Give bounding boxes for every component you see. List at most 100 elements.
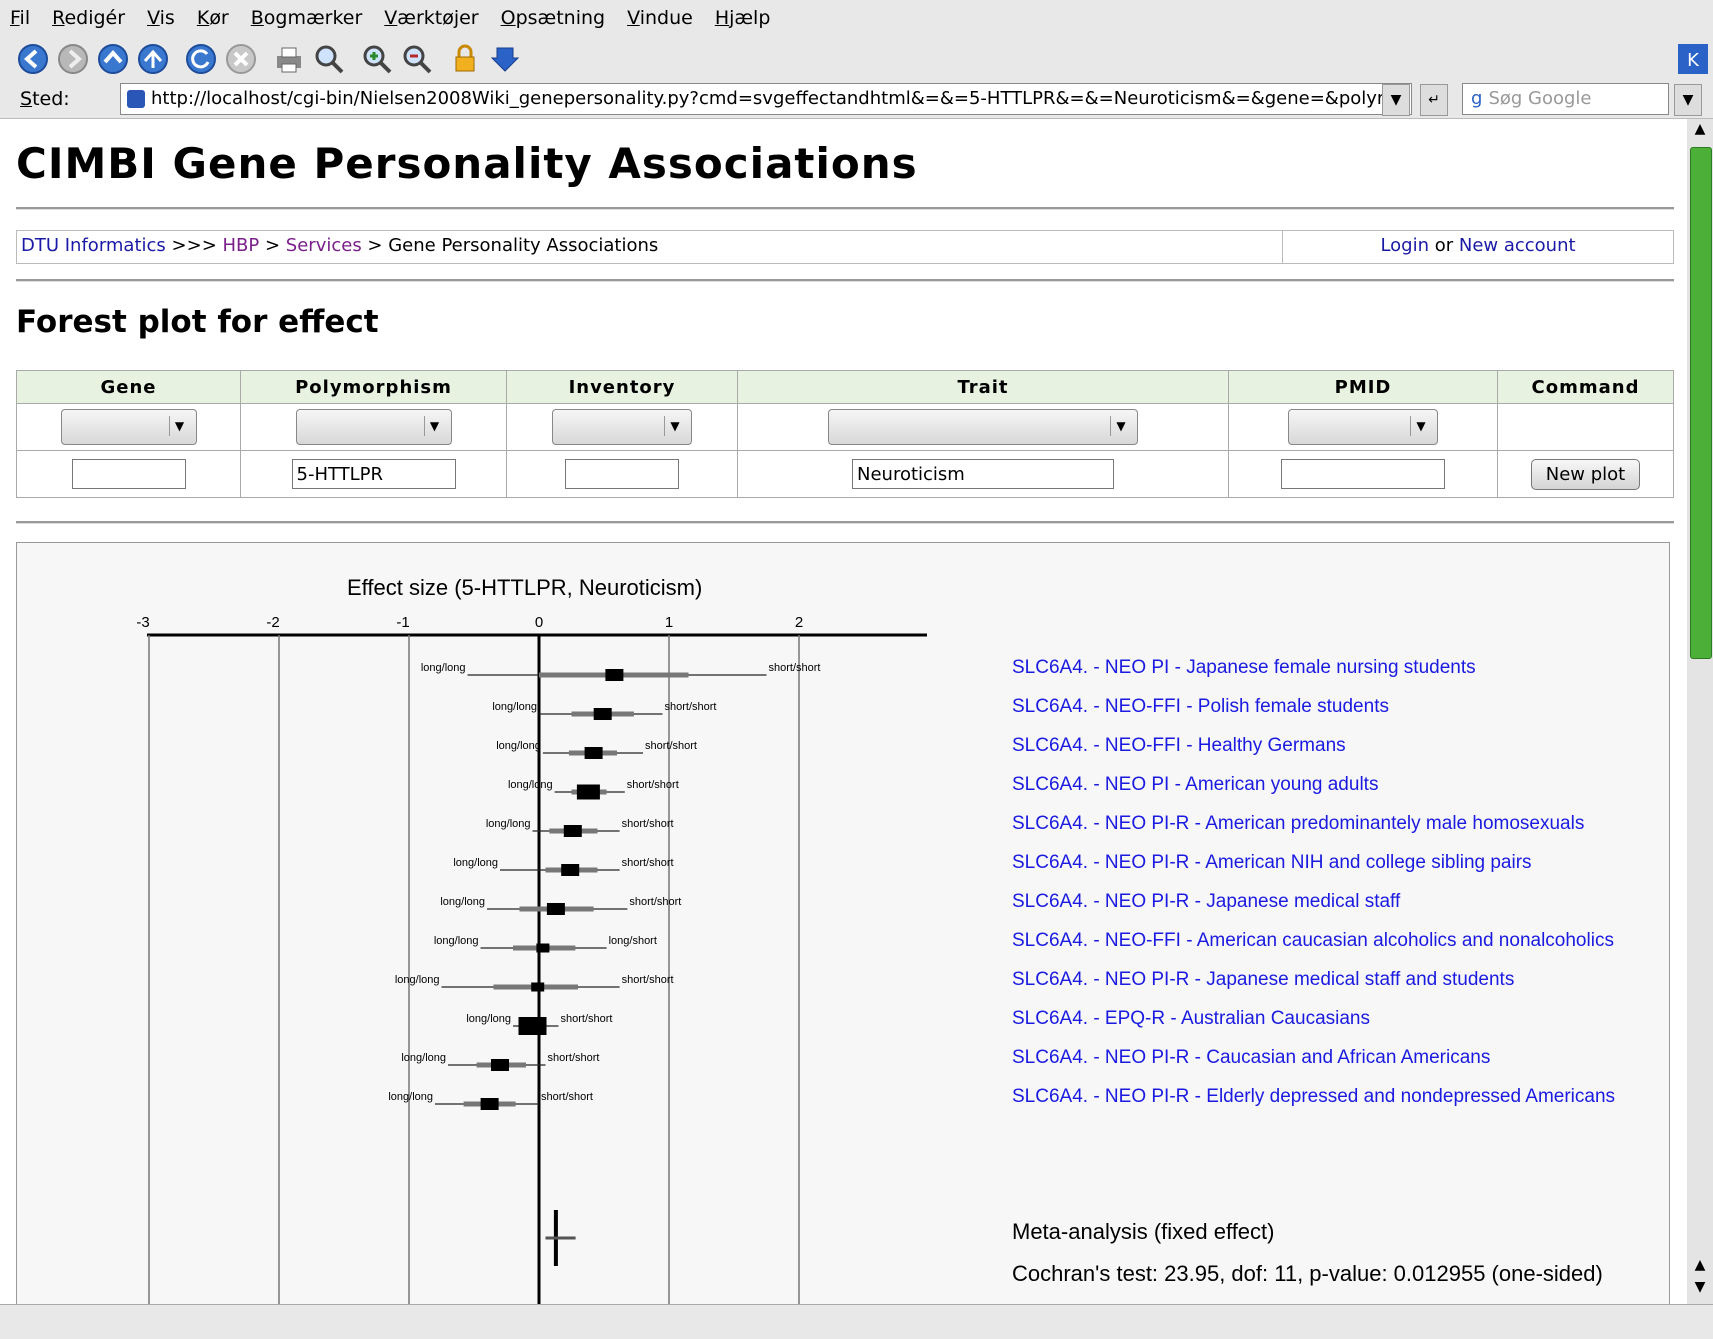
- breadcrumb-sep: >>>: [165, 235, 223, 256]
- menu-item[interactable]: Opsætning: [501, 7, 605, 29]
- gene-select[interactable]: ▼: [60, 409, 197, 445]
- auth-links: Login or New account: [1283, 231, 1673, 263]
- menu-item[interactable]: Fil: [10, 7, 30, 29]
- menu-item[interactable]: Kør: [197, 7, 229, 29]
- polymorphism-input[interactable]: 5-HTTLPR: [291, 459, 456, 489]
- search-placeholder: Søg Google: [1488, 88, 1592, 109]
- menu-item[interactable]: Bogmærker: [251, 7, 363, 29]
- chevron-down-icon: ▼: [664, 416, 685, 436]
- find-icon[interactable]: [312, 42, 346, 76]
- inventory-input[interactable]: [565, 459, 679, 489]
- form-input-row: 5-HTTLPR Neuroticism New plot: [16, 450, 1674, 498]
- status-bar: [0, 1304, 1713, 1339]
- study-effect-marker: [593, 708, 612, 720]
- trait-input[interactable]: Neuroticism: [852, 459, 1114, 489]
- study-right-genotype: short/short: [645, 740, 697, 752]
- breadcrumb-services-link[interactable]: Services: [286, 235, 362, 256]
- study-effect-marker: [576, 784, 600, 800]
- scroll-down-icon[interactable]: ▼: [1690, 1279, 1710, 1301]
- divider: [16, 207, 1674, 210]
- plot-form: Gene Polymorphism Inventory Trait PMID C…: [16, 370, 1674, 498]
- menu-item[interactable]: Værktøjer: [384, 7, 478, 29]
- vertical-scrollbar[interactable]: ▲ ▲ ▼: [1687, 119, 1713, 1304]
- scroll-up-icon[interactable]: ▲: [1690, 1257, 1710, 1279]
- pmid-select[interactable]: ▼: [1288, 409, 1438, 445]
- lock-icon[interactable]: [448, 42, 482, 76]
- form-header-row: Gene Polymorphism Inventory Trait PMID C…: [16, 370, 1674, 404]
- study-link[interactable]: SLC6A4. - NEO-FFI - Healthy Germans: [1012, 735, 1346, 756]
- gene-input[interactable]: [71, 459, 186, 489]
- trait-select[interactable]: ▼: [828, 409, 1138, 445]
- study-left-genotype: long/long: [466, 1013, 511, 1025]
- polymorphism-header: Polymorphism: [240, 370, 507, 404]
- url-field[interactable]: http://localhost/cgi-bin/Nielsen2008Wiki…: [120, 83, 1412, 115]
- stop-icon[interactable]: [224, 42, 258, 76]
- menu-item[interactable]: Hjælp: [715, 7, 771, 29]
- browser-toolbar: K: [0, 36, 1713, 82]
- study-effect-marker: [546, 903, 565, 915]
- menu-item[interactable]: Redigér: [52, 7, 125, 29]
- go-icon[interactable]: ↵: [1420, 84, 1448, 116]
- inventory-select[interactable]: ▼: [552, 409, 692, 445]
- gene-header: Gene: [16, 370, 241, 404]
- chevron-down-icon: ▼: [168, 416, 190, 436]
- breadcrumb-dtu-link[interactable]: DTU Informatics: [21, 235, 166, 256]
- login-link[interactable]: Login: [1380, 235, 1429, 256]
- divider: [16, 279, 1674, 282]
- trait-header: Trait: [737, 370, 1229, 404]
- study-link[interactable]: SLC6A4. - NEO PI-R - Elderly depressed a…: [1012, 1086, 1615, 1107]
- scrollbar-thumb[interactable]: [1690, 147, 1712, 659]
- study-link[interactable]: SLC6A4. - NEO PI-R - American predominan…: [1012, 813, 1584, 834]
- forward-icon[interactable]: [56, 42, 90, 76]
- location-bar: Sted: http://localhost/cgi-bin/Nielsen20…: [0, 80, 1713, 119]
- chevron-down-icon: ▼: [1410, 416, 1431, 436]
- breadcrumb-sep: >: [259, 235, 286, 256]
- study-link[interactable]: SLC6A4. - NEO-FFI - American caucasian a…: [1012, 930, 1614, 951]
- search-engine-dropdown-icon[interactable]: ▼: [1674, 84, 1702, 116]
- menu-item[interactable]: Vis: [147, 7, 175, 29]
- print-icon[interactable]: [272, 42, 306, 76]
- breadcrumb-sep: >: [361, 235, 389, 256]
- menu-accelerator: B: [250, 7, 264, 29]
- study-right-genotype: short/short: [541, 1091, 593, 1103]
- study-right-genotype: short/short: [622, 857, 674, 869]
- study-link[interactable]: SLC6A4. - NEO PI-R - American NIH and co…: [1012, 852, 1532, 873]
- study-label: SLC6A4. - NEO-FFI - Healthy Germans: [1012, 735, 1346, 757]
- study-link[interactable]: SLC6A4. - EPQ-R - Australian Caucasians: [1012, 1008, 1370, 1029]
- url-text: http://localhost/cgi-bin/Nielsen2008Wiki…: [151, 88, 1406, 109]
- polymorphism-select[interactable]: ▼: [295, 409, 452, 445]
- scroll-up-icon[interactable]: ▲: [1690, 121, 1710, 143]
- chevron-down-icon: ▼: [423, 416, 445, 436]
- study-link[interactable]: SLC6A4. - NEO PI-R - Caucasian and Afric…: [1012, 1047, 1490, 1068]
- zoom-out-icon[interactable]: [400, 42, 434, 76]
- up-icon[interactable]: [96, 42, 130, 76]
- study-label: SLC6A4. - NEO PI-R - Japanese medical st…: [1012, 969, 1514, 991]
- breadcrumb: DTU Informatics >>> HBP > Services > Gen…: [17, 231, 1283, 263]
- study-left-genotype: long/long: [492, 701, 537, 713]
- study-link[interactable]: SLC6A4. - NEO PI-R - Japanese medical st…: [1012, 969, 1514, 990]
- study-link[interactable]: SLC6A4. - NEO PI-R - Japanese medical st…: [1012, 891, 1400, 912]
- study-effect-marker: [584, 747, 603, 759]
- menu-item[interactable]: Vindue: [627, 7, 693, 29]
- reload-icon[interactable]: [184, 42, 218, 76]
- zoom-in-icon[interactable]: [360, 42, 394, 76]
- pmid-input[interactable]: [1281, 459, 1445, 489]
- menu-accelerator: V: [147, 7, 160, 29]
- study-link[interactable]: SLC6A4. - NEO PI - Japanese female nursi…: [1012, 657, 1476, 678]
- url-history-dropdown-icon[interactable]: ▼: [1382, 84, 1410, 116]
- new-plot-button[interactable]: New plot: [1530, 458, 1641, 490]
- menu-accelerator: H: [714, 7, 730, 29]
- study-link[interactable]: SLC6A4. - NEO PI - American young adults: [1012, 774, 1378, 795]
- back-icon[interactable]: [16, 42, 50, 76]
- search-field[interactable]: g Søg Google: [1462, 83, 1669, 115]
- breadcrumb-hbp-link[interactable]: HBP: [223, 235, 260, 256]
- menu-bar: Fil Redigér Vis Kør Bogmærker Værktøjer Opsætn…: [0, 0, 1713, 36]
- download-icon[interactable]: [488, 42, 522, 76]
- study-effect-marker: [531, 982, 545, 992]
- kde-logo-icon: K: [1676, 42, 1710, 76]
- home-up-icon[interactable]: [136, 42, 170, 76]
- new-account-link[interactable]: New account: [1459, 235, 1576, 256]
- inventory-header: Inventory: [506, 370, 738, 404]
- study-link[interactable]: SLC6A4. - NEO-FFI - Polish female studen…: [1012, 696, 1389, 717]
- menu-label: ærktøjer: [397, 7, 479, 29]
